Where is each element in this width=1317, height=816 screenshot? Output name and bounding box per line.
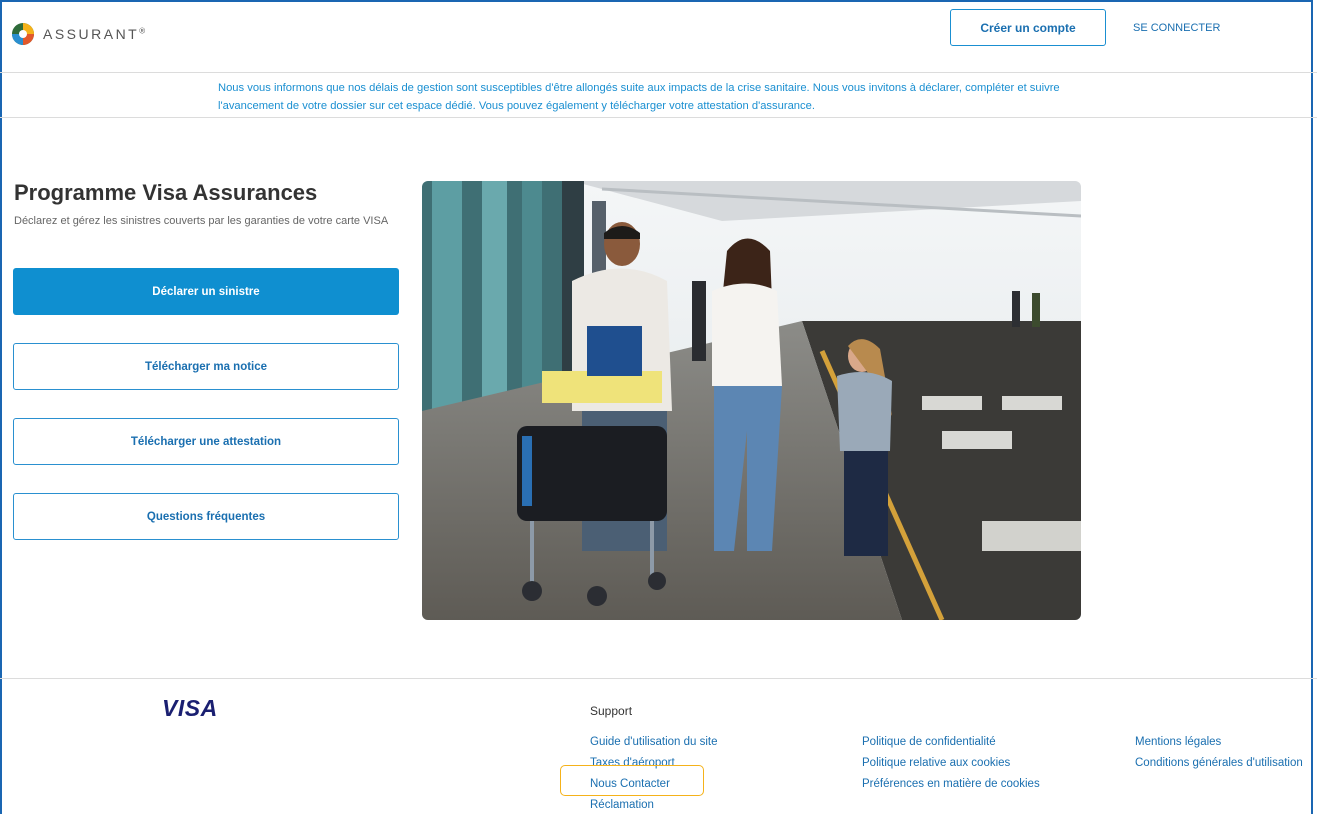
login-link[interactable]: SE CONNECTER <box>1133 22 1220 34</box>
assurant-logo-icon <box>12 23 34 45</box>
footer-link-complaint[interactable]: Réclamation <box>590 795 718 816</box>
hero-image <box>422 181 1081 620</box>
declare-claim-button[interactable]: Déclarer un sinistre <box>13 268 399 315</box>
footer-link-privacy-policy[interactable]: Politique de confidentialité <box>862 732 1040 753</box>
site-header: ASSURANT® Créer un compte SE CONNECTER <box>0 0 1317 73</box>
notice-line-1: Nous vous informons que nos délais de ge… <box>218 82 1060 94</box>
footer-column-legal: Mentions légales Conditions générales d'… <box>1135 732 1303 774</box>
logo-text: ASSURANT® <box>43 26 146 42</box>
download-certificate-button[interactable]: Télécharger une attestation <box>13 418 399 465</box>
visa-logo: VISA <box>162 695 218 721</box>
notice-banner: Nous vous informons que nos délais de ge… <box>0 73 1317 118</box>
footer-link-terms[interactable]: Conditions générales d'utilisation <box>1135 753 1303 774</box>
footer-link-legal-notice[interactable]: Mentions légales <box>1135 732 1303 753</box>
download-notice-button[interactable]: Télécharger ma notice <box>13 343 399 390</box>
footer-link-guide[interactable]: Guide d'utilisation du site <box>590 732 718 753</box>
notice-text: Nous vous informons que nos délais de ge… <box>218 79 1118 115</box>
contact-link-highlight <box>560 765 704 796</box>
footer-column-privacy: Politique de confidentialité Politique r… <box>862 732 1040 795</box>
footer-support-heading: Support <box>590 704 633 718</box>
create-account-button[interactable]: Créer un compte <box>950 9 1106 46</box>
faq-button[interactable]: Questions fréquentes <box>13 493 399 540</box>
page-title: Programme Visa Assurances <box>14 180 318 205</box>
footer-link-cookie-preferences[interactable]: Préférences en matière de cookies <box>862 774 1040 795</box>
airport-family-photo-icon <box>422 181 1081 620</box>
page-subtitle: Déclarez et gérez les sinistres couverts… <box>14 215 389 227</box>
assurant-logo[interactable]: ASSURANT® <box>11 22 145 46</box>
notice-line-2: l'avancement de votre dossier sur cet es… <box>218 100 815 112</box>
footer-link-cookie-policy[interactable]: Politique relative aux cookies <box>862 753 1040 774</box>
